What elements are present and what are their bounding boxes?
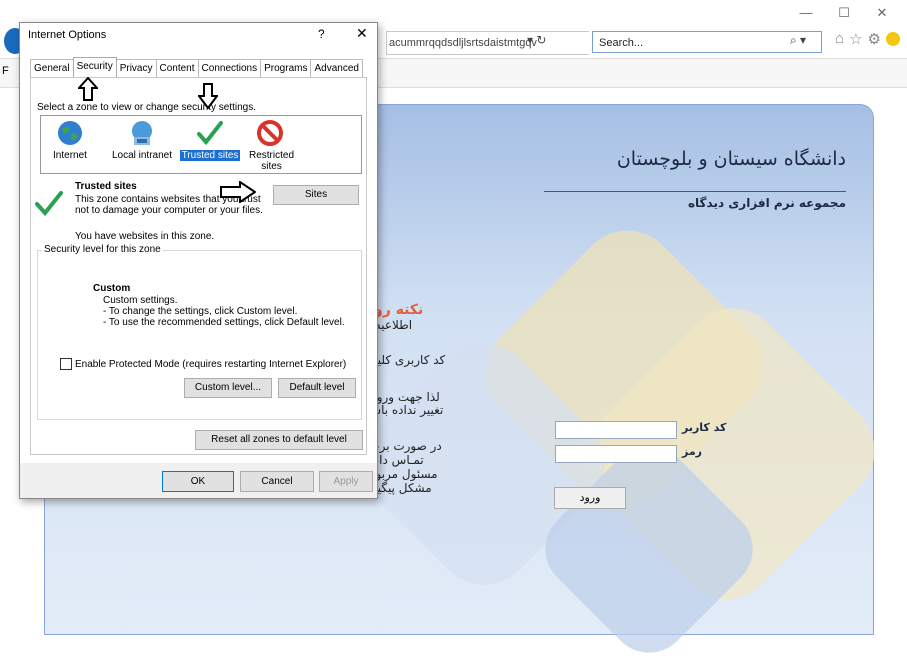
ok-button[interactable]: OK [162,471,234,492]
header-divider [544,191,846,192]
zone-restricted-sites[interactable]: Restricted sites [249,119,295,172]
search-input[interactable]: Search... [592,31,822,53]
close-button[interactable]: ✕ [863,2,901,24]
security-level-group: Security level for this zone Custom Cust… [37,244,362,420]
tab-connections[interactable]: Connections [197,59,262,79]
tab-advanced[interactable]: Advanced [310,59,363,79]
dialog-title: Internet Options [28,29,107,41]
username-input[interactable] [555,421,677,439]
custom-level-description: Custom settings. - To change the setting… [103,295,345,328]
tab-general[interactable]: General [30,59,74,79]
toolbar-icons: ⌂ ☆ ⚙ [835,30,900,48]
tab-privacy[interactable]: Privacy [115,59,157,79]
refresh-icon[interactable]: ↻ [536,33,546,47]
cancel-button[interactable]: Cancel [240,471,314,492]
settings-icon[interactable]: ⚙ [868,30,881,48]
tab-strip: General Security Privacy Content Connect… [30,57,363,79]
sites-button[interactable]: Sites [273,185,359,205]
protected-mode-checkbox[interactable]: Enable Protected Mode (requires restarti… [60,358,346,370]
zone-internet[interactable]: Internet [51,119,89,161]
down-arrow-icon [198,83,218,109]
address-bar[interactable]: acummrqqdsdljlsrtsdaistmtgqv [386,31,589,55]
zone-label: Restricted sites [249,150,295,172]
help-button[interactable]: ? [318,27,325,41]
globe-icon [58,121,82,145]
security-level-title: Security level for this zone [42,244,163,255]
protected-mode-label: Enable Protected Mode (requires restarti… [75,358,347,370]
favorites-icon[interactable]: ☆ [849,30,862,48]
password-input[interactable] [555,445,677,463]
custom-line: - To use the recommended settings, click… [103,317,345,328]
minimize-button[interactable]: — [787,2,825,24]
tab-content[interactable]: Content [155,59,199,79]
internet-options-dialog: Internet Options ? ✕ General Security Pr… [19,22,378,499]
custom-level-title: Custom [93,283,131,294]
search-icon[interactable]: ⌕ ▾ [790,33,806,48]
zone-trusted-sites[interactable]: Trusted sites [179,119,241,161]
zone-label: Internet [53,150,87,161]
custom-line: Custom settings. [103,295,178,306]
custom-level-button[interactable]: Custom level... [184,378,272,398]
up-arrow-icon [78,77,98,101]
feedback-icon[interactable] [885,32,900,46]
default-level-button[interactable]: Default level [278,378,356,398]
username-label: کد کاربر [682,421,727,434]
maximize-button[interactable]: ☐ [825,2,863,24]
zone-has-sites: You have websites in this zone. [75,231,215,242]
password-label: رمز [682,445,702,458]
checkbox-box[interactable] [60,358,72,370]
right-arrow-icon [220,181,256,203]
intranet-icon [132,121,152,145]
zone-list: Internet Local intranet Trusted sites Re… [40,115,362,174]
address-controls: ▾ ↻ [527,33,546,47]
custom-line: - To change the settings, click Custom l… [103,306,298,317]
zone-local-intranet[interactable]: Local intranet [107,119,177,161]
reset-all-zones-button[interactable]: Reset all zones to default level [195,430,363,450]
home-icon[interactable]: ⌂ [835,30,844,48]
dialog-close-button[interactable]: ✕ [356,25,368,42]
zone-title: Trusted sites [75,181,137,192]
university-name: دانشگاه سیستان و بلوچستان [616,148,846,170]
tab-programs[interactable]: Programs [260,59,312,79]
apply-button[interactable]: Apply [319,471,373,492]
tab-security[interactable]: Security [72,57,117,77]
restricted-icon [257,120,283,146]
zone-label: Local intranet [111,150,173,161]
trusted-check-icon [35,191,63,217]
login-button[interactable]: ورود [554,487,626,509]
zone-hint: Select a zone to view or change security… [37,102,257,113]
checkmark-icon [197,121,223,146]
menu-letter[interactable]: F [2,65,9,77]
security-panel: Select a zone to view or change security… [30,77,367,455]
window-controls: — ☐ ✕ [787,2,901,24]
address-dropdown-icon[interactable]: ▾ [527,33,533,47]
software-subtitle: مجموعه نرم افزاری دیدگاه [687,196,846,210]
zone-label: Trusted sites [179,150,241,161]
